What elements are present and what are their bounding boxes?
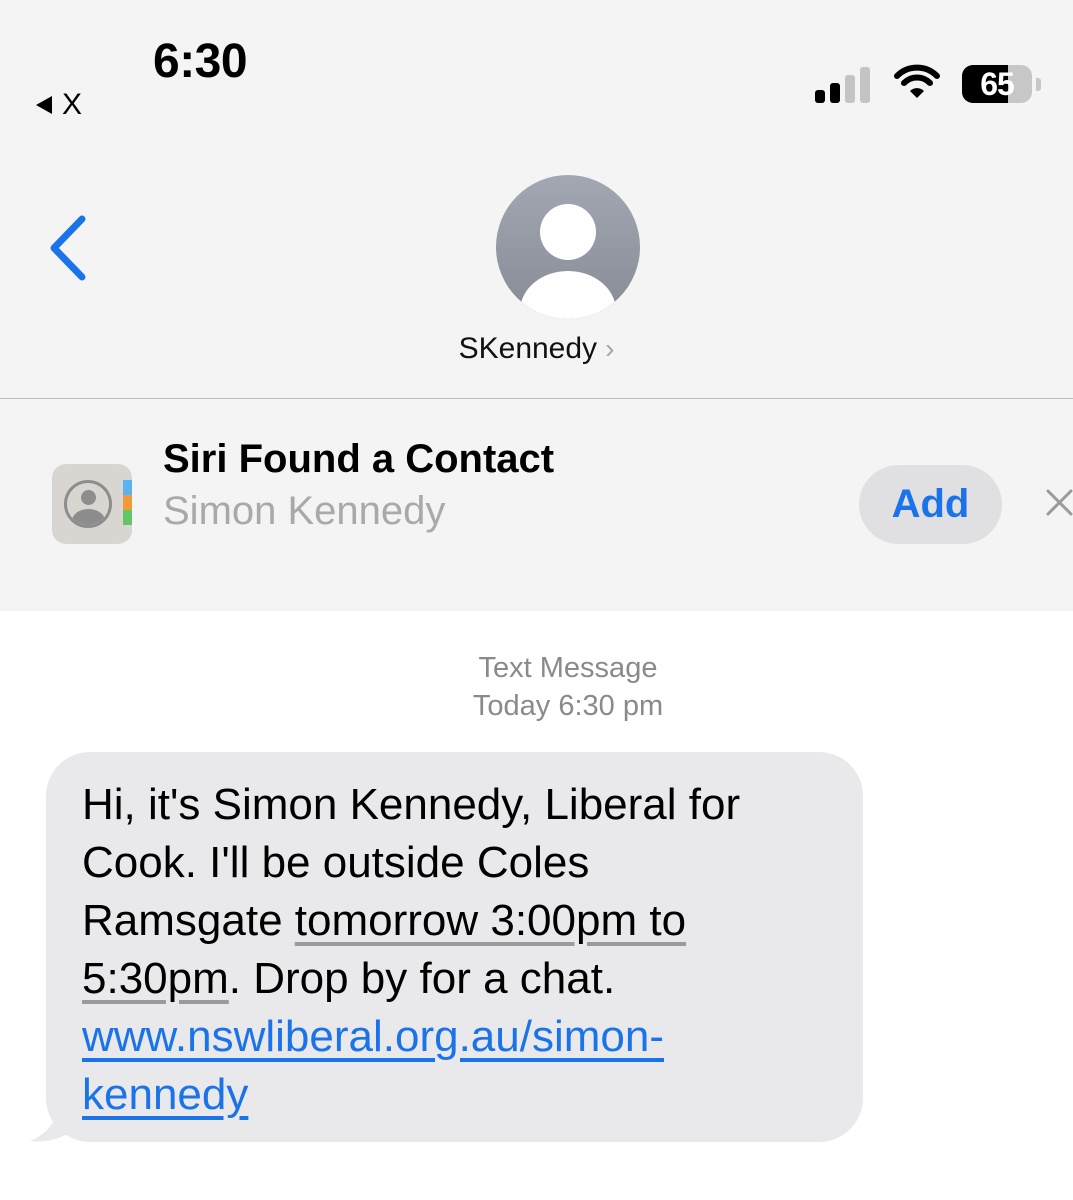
- status-time: 6:30: [153, 35, 248, 88]
- chevron-right-icon: ›: [605, 333, 615, 364]
- cellular-signal-icon: [815, 67, 873, 103]
- contacts-person-head: [81, 490, 96, 505]
- message-line: www.nswliberal.org.au/simon-: [82, 1008, 833, 1066]
- siri-suggestion-title: Siri Found a Contact: [163, 437, 555, 481]
- contacts-tabs: [123, 480, 132, 540]
- url-link[interactable]: kennedy: [82, 1070, 248, 1119]
- service-label: Text Message: [478, 652, 658, 684]
- contact-name: SKennedy: [458, 332, 598, 365]
- message-line: 5:30pm. Drop by for a chat.: [82, 950, 833, 1008]
- battery-icon: 65: [962, 65, 1032, 103]
- bubble-tail: [30, 1100, 74, 1142]
- add-contact-button[interactable]: Add: [859, 465, 1002, 544]
- message-line: kennedy: [82, 1066, 833, 1124]
- message-line: Hi, it's Simon Kennedy, Liberal for: [82, 780, 741, 829]
- person-icon-body: [520, 271, 616, 319]
- conversation-header: 6:30 X 65 SKennedy ›: [0, 0, 1073, 399]
- contacts-app-icon: [52, 464, 132, 544]
- battery-terminal: [1036, 78, 1041, 91]
- back-triangle-icon: [36, 96, 52, 114]
- back-app-label: X: [62, 88, 83, 121]
- url-link[interactable]: www.nswliberal.org.au/simon-: [82, 1012, 664, 1061]
- contacts-person-glyph: [64, 480, 112, 528]
- contacts-person-body: [72, 509, 105, 525]
- close-icon[interactable]: [1046, 489, 1073, 519]
- siri-suggestion-name: Simon Kennedy: [163, 489, 446, 533]
- incoming-message-bubble[interactable]: Hi, it's Simon Kennedy, Liberal for Cook…: [46, 752, 863, 1142]
- battery-level: 65: [980, 66, 1015, 102]
- date-detector-link[interactable]: tomorrow 3:00pm to: [295, 896, 686, 945]
- message-timestamp: Today 6:30 pm: [472, 690, 664, 722]
- contact-name-button[interactable]: SKennedy ›: [0, 332, 1073, 366]
- message-text: . Drop by for a chat.: [228, 954, 616, 1003]
- date-detector-link[interactable]: 5:30pm: [82, 954, 229, 1003]
- wifi-icon: [894, 64, 940, 98]
- contact-avatar[interactable]: [496, 175, 640, 319]
- message-line: Ramsgate tomorrow 3:00pm to: [82, 892, 833, 950]
- message-text: Ramsgate: [82, 896, 295, 945]
- message-line: Cook. I'll be outside Coles: [82, 838, 590, 887]
- person-icon-head: [540, 204, 596, 260]
- siri-suggestion-banner: Siri Found a Contact Simon Kennedy Add: [0, 399, 1073, 611]
- chevron-left-icon[interactable]: [46, 215, 88, 281]
- back-to-app-button[interactable]: X: [36, 88, 82, 122]
